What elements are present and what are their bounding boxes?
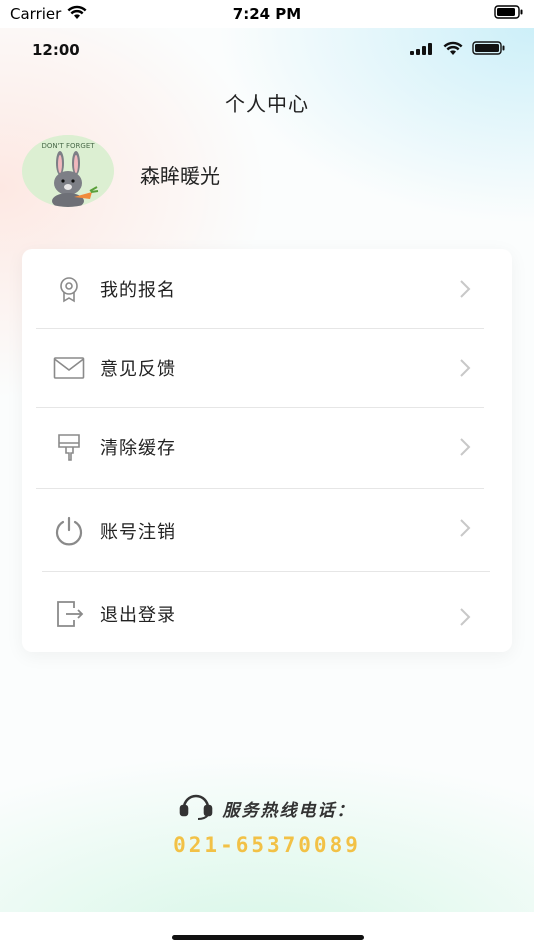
app-screen: 12:00 个人中心 DON'T FORGET 森眸暖光 我的报名 意见反馈 清…: [0, 28, 534, 950]
divider: [36, 488, 484, 489]
app-status-bar: 12:00: [0, 28, 534, 72]
menu-card: 我的报名 意见反馈 清除缓存 账号注销 退出登录: [22, 249, 512, 652]
avatar-caption: DON'T FORGET: [41, 142, 95, 150]
menu-item-delete-account[interactable]: 账号注销: [22, 492, 512, 570]
battery-icon: [472, 41, 506, 59]
menu-item-label: 清除缓存: [100, 438, 176, 459]
award-icon: [52, 272, 86, 306]
hotline-label: 服务热线电话：: [222, 800, 356, 821]
carrier-label: Carrier: [10, 5, 62, 23]
wifi-icon: [67, 5, 87, 24]
avatar[interactable]: DON'T FORGET: [22, 135, 114, 207]
username: 森眸暖光: [140, 164, 220, 188]
menu-item-label: 账号注销: [100, 522, 176, 543]
menu-item-label: 退出登录: [100, 605, 176, 626]
simulator-status-bar: Carrier 7:24 PM: [0, 0, 534, 28]
menu-item-feedback[interactable]: 意见反馈: [22, 329, 512, 407]
signal-icon: [410, 41, 434, 59]
home-bar-area: [0, 912, 534, 950]
app-status-time: 12:00: [32, 41, 80, 59]
chevron-right-icon: [460, 359, 471, 377]
home-indicator[interactable]: [172, 935, 364, 940]
logout-icon: [52, 597, 86, 631]
hotline: 服务热线电话：: [0, 792, 534, 824]
mail-icon: [52, 351, 86, 385]
hotline-number[interactable]: 021-65370089: [0, 833, 534, 857]
menu-item-label: 意见反馈: [100, 359, 176, 380]
chevron-right-icon: [460, 608, 471, 626]
menu-item-logout[interactable]: 退出登录: [22, 575, 512, 653]
menu-item-label: 我的报名: [100, 280, 176, 301]
page-title: 个人中心: [225, 92, 309, 116]
power-icon: [52, 514, 86, 548]
menu-item-my-registrations[interactable]: 我的报名: [22, 250, 512, 328]
chevron-right-icon: [460, 438, 471, 456]
wifi-icon: [442, 41, 464, 60]
chevron-right-icon: [460, 280, 471, 298]
chevron-right-icon: [460, 519, 471, 537]
brush-icon: [52, 430, 86, 464]
battery-icon: [494, 5, 524, 23]
divider: [42, 571, 490, 572]
menu-item-clear-cache[interactable]: 清除缓存: [22, 408, 512, 486]
headset-icon: [179, 792, 213, 824]
